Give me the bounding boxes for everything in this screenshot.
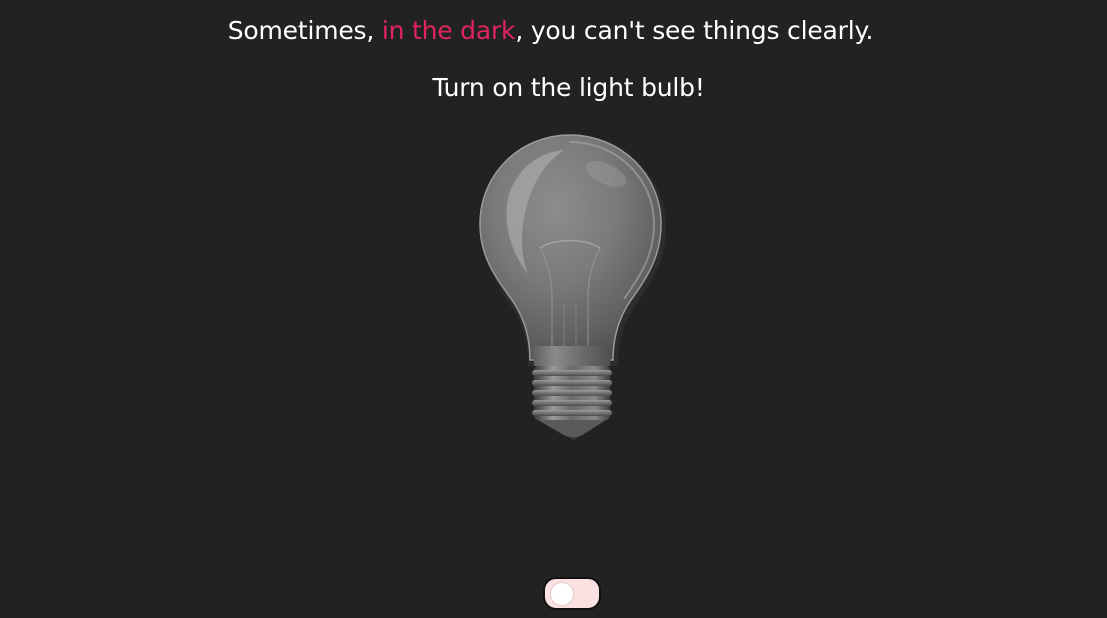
headline-text-end: , you can't see things clearly.: [515, 16, 874, 45]
toggle-knob[interactable]: [551, 583, 573, 605]
headline-text-start: Sometimes,: [227, 16, 382, 45]
light-bulb-icon: [479, 134, 666, 440]
headline: Sometimes, in the dark, you can't see th…: [0, 14, 1101, 48]
light-toggle-switch[interactable]: [543, 577, 601, 610]
headline-highlight: in the dark: [381, 16, 516, 45]
instruction-text: Turn on the light bulb!: [432, 73, 705, 102]
